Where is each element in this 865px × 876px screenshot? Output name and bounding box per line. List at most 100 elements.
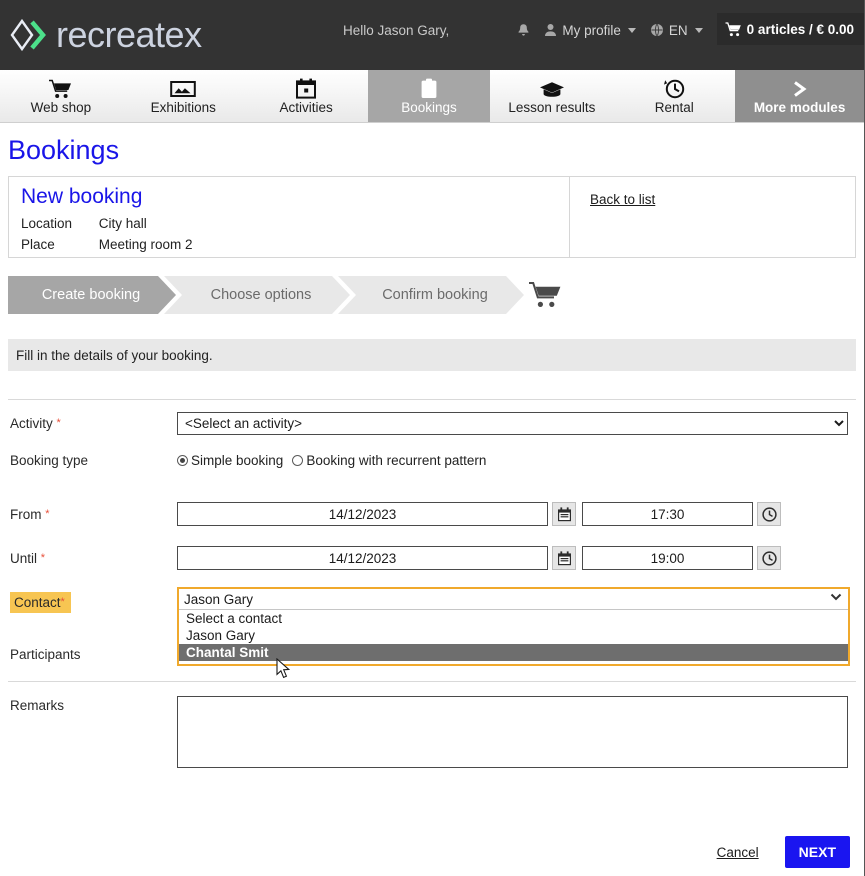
summary-row-location: Location City hall (21, 213, 569, 234)
back-to-list-link[interactable]: Back to list (590, 192, 655, 207)
tab-bookings[interactable]: Bookings (368, 70, 491, 122)
summary-key: Place (21, 234, 95, 255)
clock-icon (762, 551, 777, 566)
chevron-down-icon (830, 593, 842, 601)
tab-exhibitions[interactable]: Exhibitions (122, 70, 245, 122)
from-time-input[interactable] (582, 502, 753, 526)
contact-option-placeholder[interactable]: Select a contact (179, 610, 848, 627)
section-divider (8, 399, 856, 400)
contact-option-label: Jason Gary (186, 628, 255, 643)
mouse-cursor (276, 658, 292, 680)
radio-recurrent-booking[interactable]: Booking with recurrent pattern (292, 453, 486, 468)
chevron-down-icon (695, 28, 703, 33)
cancel-link[interactable]: Cancel (717, 845, 759, 860)
notifications-button[interactable] (517, 23, 530, 38)
booking-type-label-text: Booking type (10, 453, 88, 468)
graduation-icon (539, 78, 565, 99)
tab-label: Web shop (31, 100, 92, 115)
clock-icon (762, 507, 777, 522)
radio-simple-booking[interactable]: Simple booking (177, 453, 283, 468)
brand-name: recreatex (56, 14, 202, 56)
bell-icon (517, 23, 530, 38)
from-time-picker-button[interactable] (757, 502, 781, 526)
until-time-picker-button[interactable] (757, 546, 781, 570)
wizard-step-label: Confirm booking (382, 287, 488, 303)
until-date-input[interactable] (177, 546, 548, 570)
required-asterisk: * (57, 417, 61, 429)
tab-rental[interactable]: Rental (613, 70, 735, 122)
tab-web-shop[interactable]: Web shop (0, 70, 122, 122)
profile-menu[interactable]: My profile (544, 23, 636, 38)
clock-history-icon (663, 78, 685, 99)
image-icon (170, 78, 196, 99)
tab-label: Lesson results (508, 100, 595, 115)
profile-menu-label: My profile (562, 23, 621, 38)
contact-select-expanded[interactable]: Jason Gary Select a contact Jason Gary (177, 587, 850, 666)
required-asterisk: * (45, 508, 49, 520)
cart-label: 0 articles / € 0.00 (747, 22, 854, 37)
from-date-input[interactable] (177, 502, 548, 526)
from-date-picker-button[interactable] (552, 502, 576, 526)
booking-summary-actions: Back to list (569, 177, 855, 257)
contact-selected-value[interactable]: Jason Gary (179, 589, 848, 610)
booking-summary-panel: New booking Location City hall Place Mee… (8, 176, 856, 258)
contact-selected-text: Jason Gary (184, 592, 253, 607)
until-date-picker-button[interactable] (552, 546, 576, 570)
info-banner: Fill in the details of your booking. (8, 339, 856, 371)
field-row-remarks: Remarks (8, 696, 856, 768)
contact-option-label: Chantal Smit (186, 645, 269, 660)
activity-label-text: Activity (10, 416, 53, 431)
radio-icon-selected (177, 455, 188, 466)
from-label-text: From (10, 507, 42, 522)
wizard-step-label: Create booking (42, 287, 140, 303)
chevron-down-icon (628, 28, 636, 33)
tab-label: Rental (655, 100, 694, 115)
module-tabs: Web shop Exhibitions Acti (0, 70, 864, 123)
next-button[interactable]: NEXT (785, 836, 850, 868)
summary-value: Meeting room 2 (99, 237, 193, 252)
remarks-label-text: Remarks (10, 698, 64, 713)
tab-more-modules[interactable]: More modules (735, 70, 864, 122)
wizard-step-create-booking[interactable]: Create booking (8, 276, 176, 314)
field-row-activity: Activity * <Select an activity> (8, 408, 856, 438)
required-asterisk: * (61, 596, 65, 608)
radio-label: Simple booking (191, 453, 283, 468)
section-divider (8, 681, 856, 682)
brand-logo[interactable]: recreatex (10, 14, 202, 56)
activity-select[interactable]: <Select an activity> (177, 412, 848, 435)
wizard-step-choose-options[interactable]: Choose options (164, 276, 350, 314)
wizard-step-confirm-booking[interactable]: Confirm booking (338, 276, 524, 314)
participants-label: Participants (8, 647, 177, 662)
field-row-contact: Contact* Jason Gary Select (8, 587, 856, 617)
field-row-until: Until * (8, 543, 856, 573)
tab-label: More modules (754, 100, 846, 115)
tab-activities[interactable]: Activities (245, 70, 368, 122)
language-label: EN (669, 23, 688, 38)
radio-icon (292, 455, 303, 466)
info-banner-text: Fill in the details of your booking. (16, 348, 213, 363)
clipboard-icon (420, 78, 438, 99)
language-menu[interactable]: EN (650, 23, 703, 38)
app-header: recreatex Hello Jason Gary, (0, 0, 864, 70)
calendar-icon (296, 78, 316, 99)
summary-value: City hall (99, 216, 147, 231)
field-row-booking-type: Booking type Simple booking Booking with… (8, 445, 856, 475)
booking-form: Activity * <Select an activity> Booking … (8, 408, 856, 768)
until-label: Until * (8, 551, 177, 566)
page-content: Bookings New booking Location City hall … (0, 135, 864, 768)
wizard-step-label: Choose options (211, 287, 312, 303)
cart-button[interactable]: 0 articles / € 0.00 (717, 13, 864, 45)
required-asterisk: * (41, 552, 45, 564)
remarks-textarea[interactable] (177, 696, 848, 768)
summary-row-place: Place Meeting room 2 (21, 234, 569, 255)
until-time-input[interactable] (582, 546, 753, 570)
globe-icon (650, 23, 664, 37)
chevron-right-icon (791, 78, 809, 99)
contact-option-jason-gary[interactable]: Jason Gary (179, 627, 848, 644)
tab-lesson-results[interactable]: Lesson results (490, 70, 613, 122)
booking-type-label: Booking type (8, 453, 177, 468)
until-label-text: Until (10, 551, 37, 566)
form-actions: Cancel NEXT (717, 836, 850, 868)
tab-label: Bookings (401, 100, 457, 115)
wizard-cart-icon[interactable] (520, 281, 562, 309)
